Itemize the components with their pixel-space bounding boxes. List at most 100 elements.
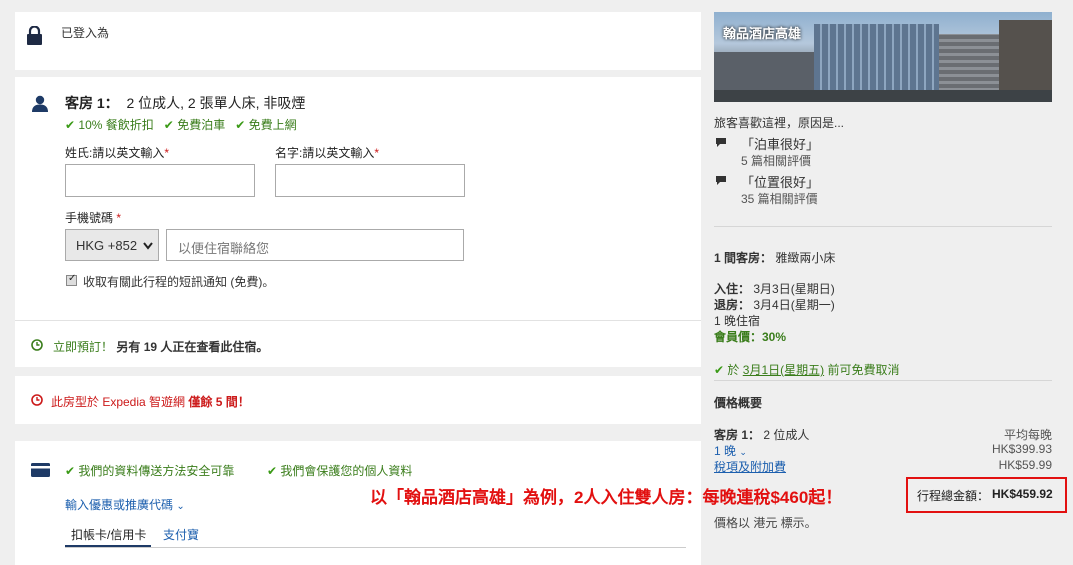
check-icon: ✔	[714, 363, 725, 377]
comment-icon	[715, 175, 727, 189]
given-label-text: 名字:請以英文輸入	[275, 146, 375, 160]
street	[714, 90, 1052, 102]
privacy-text: 我們會保護您的個人資料	[280, 464, 413, 478]
tax-price: HK$59.99	[998, 458, 1052, 472]
reviews-heading: 旅客喜歡這裡，原因是...	[714, 116, 845, 130]
avg-per-night-label: 平均每晚	[1003, 428, 1052, 442]
promo-code-text: 輸入優惠或推廣代碼	[65, 498, 174, 512]
review-count-1: 5 篇相關評價	[741, 154, 812, 168]
free-cancel-note: ✔ 於 3月1日(星期五) 前可免費取消	[714, 361, 899, 378]
rooms-summary: 1 間客房： 雅緻兩小床	[714, 249, 835, 266]
price-summary-heading: 價格概要	[714, 396, 763, 410]
check-icon: ✔	[267, 464, 278, 478]
book-now-message: 立即預訂！ 另有 19 人正在查看此住宿。	[53, 338, 268, 355]
comment-icon	[715, 137, 727, 151]
divider	[714, 226, 1052, 227]
tab-card[interactable]: 扣帳卡/信用卡	[65, 519, 151, 547]
checkin-value: 3月3日(星期日)	[753, 282, 835, 296]
price-room-row: 客房 1： 2 位成人	[714, 426, 809, 443]
currency-note: 價格以 港元 標示。	[714, 516, 817, 530]
cancel-date: 3月1日(星期五)	[742, 363, 825, 377]
required-mark: *	[116, 211, 122, 225]
phone-placeholder: 以便住宿聯絡您	[178, 241, 270, 256]
checkout-row: 退房： 3月4日(星期一)	[714, 296, 835, 313]
checkout-value: 3月4日(星期一)	[753, 298, 835, 312]
privacy-note: ✔ 我們會保護您的個人資料	[267, 462, 412, 479]
cancel-prefix: 於	[727, 363, 740, 377]
credit-card-icon	[31, 463, 50, 477]
perk-internet: 免費上網	[248, 118, 297, 132]
person-icon	[32, 95, 48, 112]
lock-icon	[27, 26, 42, 45]
hotel-image: 翰品酒店高雄	[714, 12, 1052, 102]
secure-transfer-text: 我們的資料傳送方法安全可靠	[78, 464, 235, 478]
review-title-1: 「泊車很好」	[741, 137, 820, 152]
chevron-down-icon	[143, 242, 153, 250]
room-title-label: 客房 1：	[65, 95, 119, 111]
hotel-name: 翰品酒店高雄	[723, 26, 802, 41]
urgency-bold: 僅餘 5 間！	[188, 395, 250, 409]
divider	[714, 380, 1052, 381]
login-status-text: 已登入為	[61, 26, 110, 40]
book-now-bold: 另有 19 人正在查看此住宿。	[116, 340, 269, 354]
urgency-prefix: 此房型於 Expedia 智遊網	[51, 395, 189, 409]
perk-dining: 10% 餐飲折扣	[78, 118, 154, 132]
sms-checkbox[interactable]: ✓	[66, 273, 77, 286]
urgency-card: 此房型於 Expedia 智遊網 僅餘 5 間！	[15, 376, 701, 424]
room-title-value: 2 位成人, 2 張單人床, 非吸煙	[126, 95, 306, 111]
promo-annotation: 以「翰品酒店高雄」為例，2人入住雙人房：每晚連稅$460起！	[370, 488, 843, 507]
check-icon: ✔	[65, 118, 76, 132]
surname-input[interactable]	[65, 164, 255, 197]
country-code-select[interactable]: HKG +852	[65, 229, 159, 261]
promo-code-link[interactable]: 輸入優惠或推廣代碼 ⌄	[65, 496, 185, 513]
sms-label: 收取有關此行程的短訊通知 (免費)。	[83, 275, 275, 289]
required-mark: *	[164, 146, 170, 160]
review-count-2: 35 篇相關評價	[741, 192, 818, 206]
tab-alipay[interactable]: 支付寶	[163, 526, 199, 543]
tab-card-label: 扣帳卡/信用卡	[71, 528, 147, 542]
cancel-suffix: 前可免費取消	[827, 363, 900, 377]
login-card: 已登入為	[15, 12, 701, 70]
rooms-label: 1 間客房：	[714, 251, 773, 265]
tax-fees-link[interactable]: 稅項及附加費	[714, 458, 786, 475]
room-title: 客房 1： 2 位成人, 2 張單人床, 非吸煙	[65, 93, 305, 113]
phone-input[interactable]: 以便住宿聯絡您	[166, 229, 464, 261]
chevron-down-icon: ⌄	[739, 447, 747, 457]
check-icon: ✔	[65, 464, 76, 478]
total-value: HK$459.92	[992, 487, 1053, 501]
divider	[15, 320, 701, 321]
clock-icon	[31, 339, 43, 351]
total-highlight-box: 行程總金額： HK$459.92	[906, 477, 1067, 513]
nights-link-text: 1 晚	[714, 444, 737, 458]
chevron-down-icon: ⌄	[176, 501, 185, 512]
phone-label-text: 手機號碼	[65, 211, 114, 225]
perk-parking: 免費泊車	[177, 118, 226, 132]
phone-label: 手機號碼 *	[65, 209, 121, 226]
given-name-label: 名字:請以英文輸入*	[275, 144, 379, 161]
nights-count: 1 晚住宿	[714, 314, 761, 328]
clock-icon	[31, 394, 43, 406]
given-name-input[interactable]	[275, 164, 465, 197]
checkin-row: 入住： 3月3日(星期日)	[714, 280, 835, 297]
country-code-value: HKG +852	[76, 238, 138, 253]
urgency-message: 此房型於 Expedia 智遊網 僅餘 5 間！	[51, 393, 250, 410]
price-room-label: 客房 1：	[714, 428, 761, 442]
surname-label: 姓氏:請以英文輸入*	[65, 144, 169, 161]
price-room-guests: 2 位成人	[763, 428, 810, 442]
nights-link[interactable]: 1 晚 ⌄	[714, 442, 747, 459]
checkin-label: 入住：	[714, 282, 751, 296]
surname-label-text: 姓氏:請以英文輸入	[65, 146, 165, 160]
review-title-2: 「位置很好」	[741, 175, 820, 190]
secure-transfer-note: ✔ 我們的資料傳送方法安全可靠	[65, 462, 234, 479]
book-now-prefix: 立即預訂！	[53, 340, 114, 354]
tabs-divider	[65, 547, 686, 548]
required-mark: *	[374, 146, 380, 160]
check-icon: ✔	[235, 118, 246, 132]
night-price: HK$399.93	[991, 442, 1052, 456]
checkout-label: 退房：	[714, 298, 751, 312]
total-label: 行程總金額：	[917, 489, 990, 503]
member-price: 會員價：30%	[714, 330, 787, 344]
checkmark-icon: ✓	[68, 273, 77, 284]
check-icon: ✔	[163, 118, 174, 132]
rooms-value: 雅緻兩小床	[775, 251, 836, 265]
